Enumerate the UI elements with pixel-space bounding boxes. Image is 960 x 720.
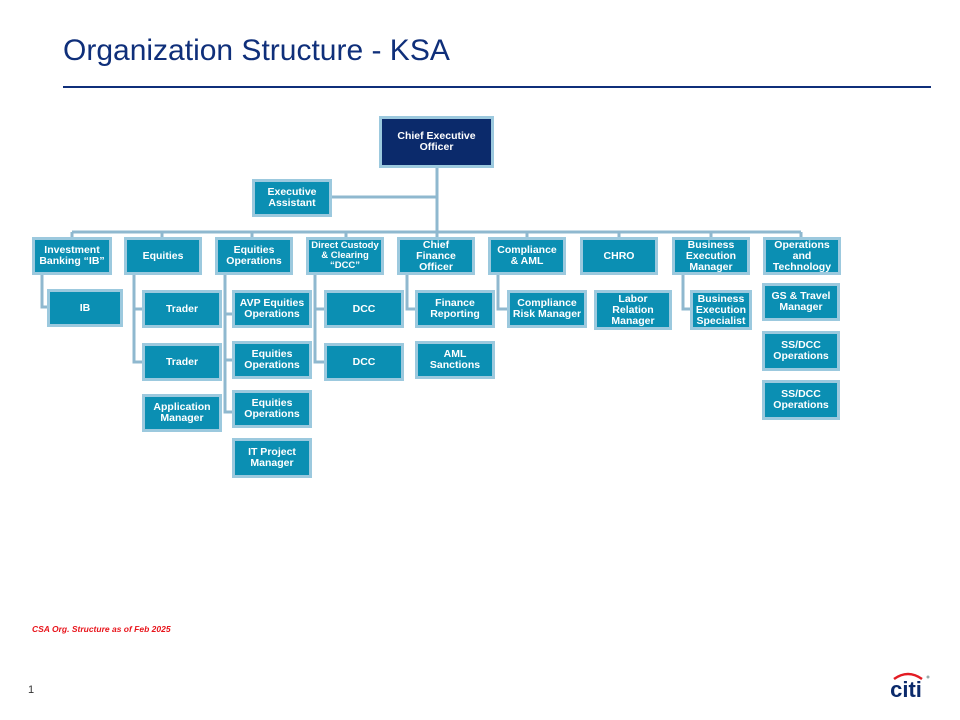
org-box-finance-reporting[interactable]: Finance Reporting [415, 290, 495, 328]
org-box-labor-relation-manager[interactable]: Labor Relation Manager [594, 290, 672, 330]
org-box-aml-sanctions[interactable]: AML Sanctions [415, 341, 495, 379]
org-box-chief-finance-officer[interactable]: Chief Finance Officer [397, 237, 475, 275]
org-box-dcc[interactable]: DCC [324, 343, 404, 381]
org-box-equities-operations[interactable]: Equities Operations [215, 237, 293, 275]
org-box-equities[interactable]: Equities [124, 237, 202, 275]
org-box-trader[interactable]: Trader [142, 290, 222, 328]
org-box-compliance-aml[interactable]: Compliance & AML [488, 237, 566, 275]
org-box-gs-travel-manager[interactable]: GS & Travel Manager [762, 283, 840, 321]
footnote: CSA Org. Structure as of Feb 2025 [32, 624, 171, 634]
logo-text: citi [890, 677, 922, 700]
org-box-avp-equities-operations[interactable]: AVP Equities Operations [232, 290, 312, 328]
org-box-equities-operations-staff[interactable]: Equities Operations [232, 390, 312, 428]
org-box-business-execution-specialist[interactable]: Business Execution Specialist [690, 290, 752, 330]
org-box-investment-banking[interactable]: Investment Banking “IB” [32, 237, 112, 275]
org-box-ceo[interactable]: Chief Executive Officer [379, 116, 494, 168]
org-box-ss-dcc-operations[interactable]: SS/DCC Operations [762, 331, 840, 371]
org-box-executive-assistant[interactable]: Executive Assistant [252, 179, 332, 217]
citi-logo-icon: citi [890, 672, 930, 700]
org-box-business-execution-manager[interactable]: Business Execution Manager [672, 237, 750, 275]
org-box-dcc[interactable]: DCC [324, 290, 404, 328]
org-box-operations-technology[interactable]: Operations and Technology [763, 237, 841, 275]
org-box-trader[interactable]: Trader [142, 343, 222, 381]
org-box-direct-custody-clearing[interactable]: Direct Custody & Clearing “DCC” [306, 237, 384, 275]
org-box-ib[interactable]: IB [47, 289, 123, 327]
org-box-ss-dcc-operations[interactable]: SS/DCC Operations [762, 380, 840, 420]
page-number: 1 [28, 684, 35, 696]
org-box-compliance-risk-manager[interactable]: Compliance Risk Manager [507, 290, 587, 328]
org-box-chro[interactable]: CHRO [580, 237, 658, 275]
org-box-it-project-manager[interactable]: IT Project Manager [232, 438, 312, 478]
org-box-equities-operations-staff[interactable]: Equities Operations [232, 341, 312, 379]
org-box-application-manager[interactable]: Application Manager [142, 394, 222, 432]
